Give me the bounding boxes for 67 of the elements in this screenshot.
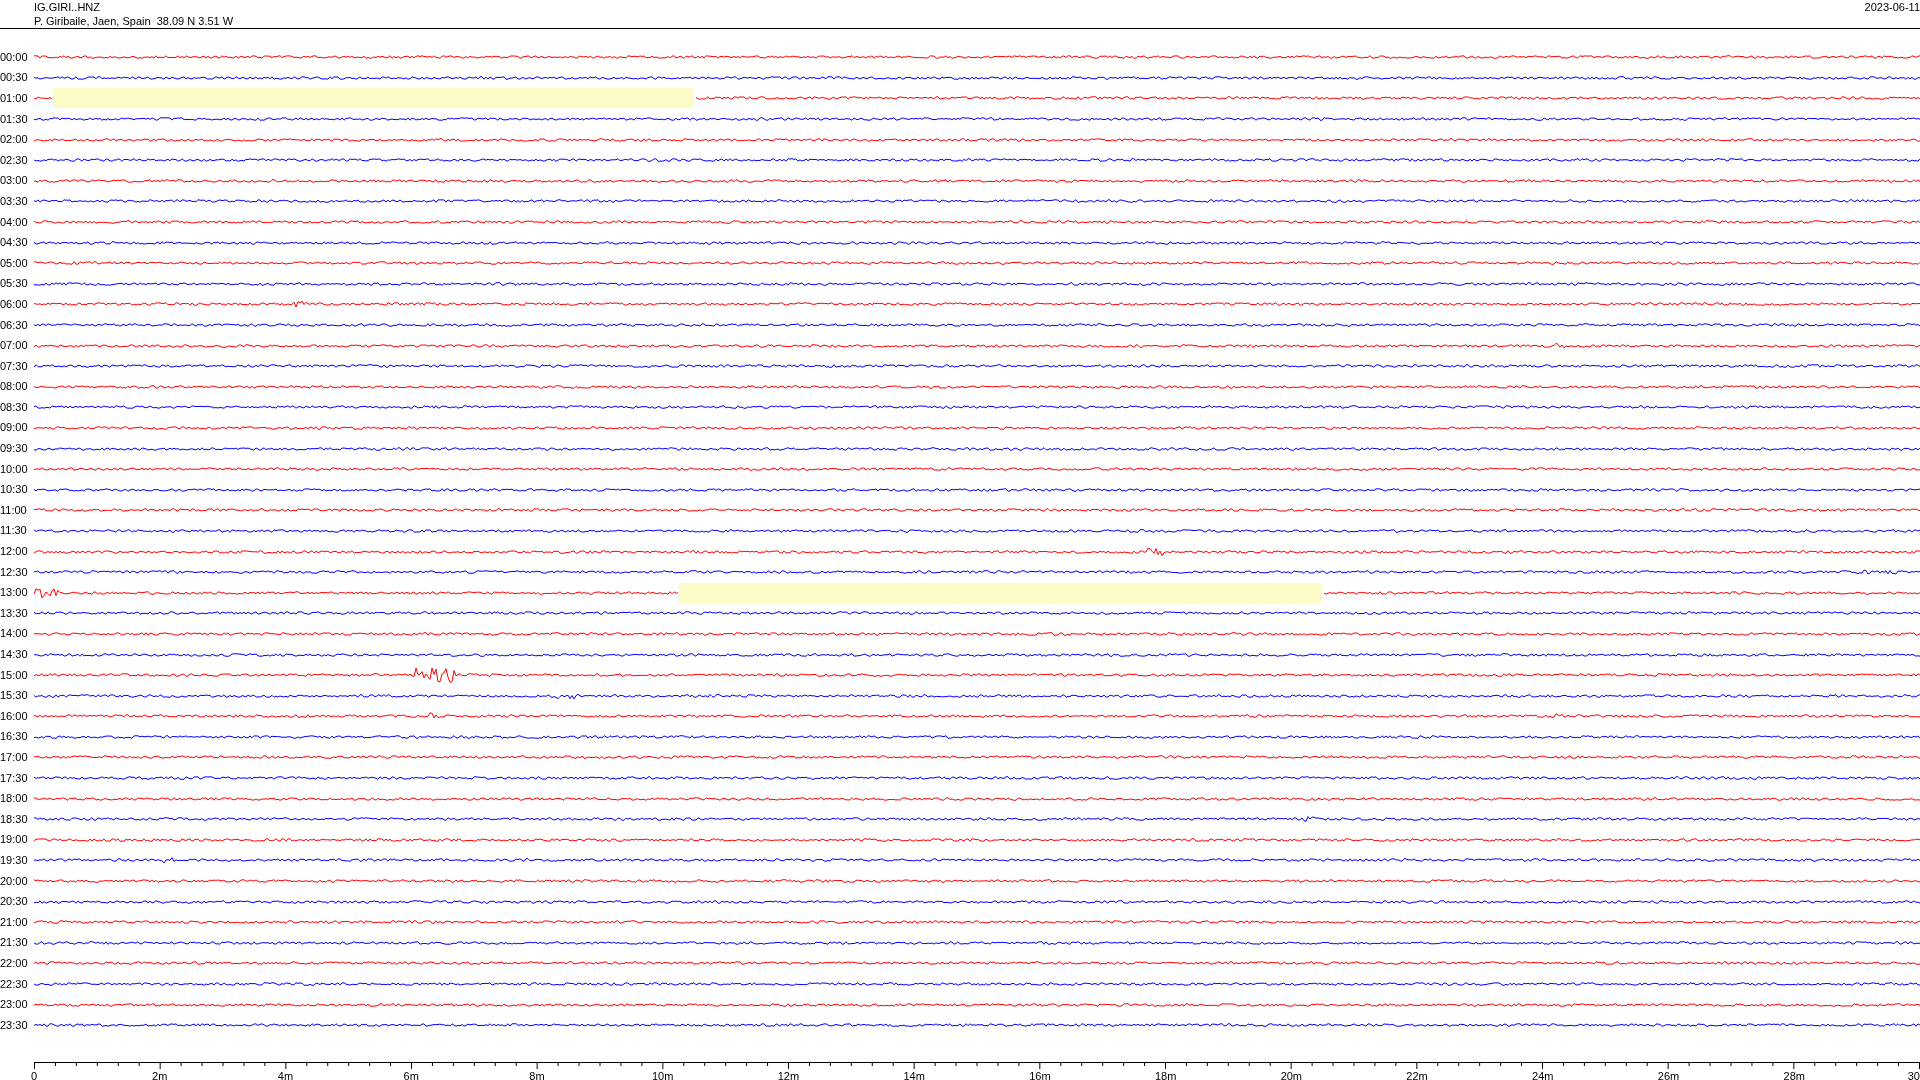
time-label: 07:30 bbox=[0, 359, 29, 373]
axis-tick-label: 4m bbox=[277, 1069, 294, 1080]
axis-tick-label: 16m bbox=[1029, 1069, 1051, 1080]
axis-tick-label: 12m bbox=[777, 1069, 800, 1080]
time-label: 08:00 bbox=[0, 380, 29, 394]
time-label: 14:30 bbox=[0, 648, 29, 661]
time-label: 21:30 bbox=[0, 936, 29, 950]
time-label: 22:00 bbox=[0, 956, 29, 970]
axis-tick-label: 10m bbox=[651, 1069, 674, 1080]
axis-tick-label: 0 bbox=[30, 1069, 38, 1080]
time-label: 19:30 bbox=[0, 853, 29, 867]
axis-tick-label: 8m bbox=[529, 1069, 545, 1080]
axis-tick-label: 20m bbox=[1280, 1069, 1303, 1080]
time-label: 07:00 bbox=[0, 339, 29, 353]
time-label: 19:00 bbox=[0, 833, 29, 847]
time-label: 06:30 bbox=[0, 318, 29, 332]
time-label: 20:30 bbox=[0, 895, 29, 909]
time-label: 23:00 bbox=[0, 998, 29, 1012]
time-label: 04:00 bbox=[0, 215, 29, 229]
station-code: IG.GIRI..HNZ bbox=[34, 0, 101, 14]
time-label: 01:30 bbox=[0, 112, 29, 126]
time-label: 11:00 bbox=[0, 503, 28, 517]
axis-tick-label: 14m bbox=[903, 1069, 925, 1080]
time-label: 10:00 bbox=[0, 462, 29, 476]
time-label: 21:00 bbox=[0, 915, 29, 929]
time-label: 12:30 bbox=[0, 565, 29, 579]
time-label: 16:00 bbox=[0, 709, 29, 723]
time-label: 14:00 bbox=[0, 627, 29, 641]
time-label: 13:30 bbox=[0, 606, 29, 620]
time-label: 17:30 bbox=[0, 771, 29, 785]
time-label: 08:30 bbox=[0, 400, 29, 414]
time-label: 05:30 bbox=[0, 277, 29, 291]
time-label: 09:30 bbox=[0, 442, 29, 456]
time-label: 17:00 bbox=[0, 751, 29, 764]
axis-tick-label: 22m bbox=[1406, 1069, 1428, 1080]
time-label: 02:00 bbox=[0, 133, 29, 147]
axis-tick-label: 18m bbox=[1154, 1069, 1177, 1080]
axis-tick-label: 30 bbox=[1907, 1069, 1920, 1080]
time-label: 23:30 bbox=[0, 1018, 29, 1032]
time-label: 09:00 bbox=[0, 421, 29, 435]
axis-tick-label: 2m bbox=[152, 1069, 168, 1080]
time-label: 16:30 bbox=[0, 730, 29, 744]
time-label: 05:00 bbox=[0, 256, 29, 270]
axis-tick-label: 6m bbox=[403, 1069, 419, 1080]
time-label: 20:00 bbox=[0, 874, 29, 888]
time-label: 03:30 bbox=[0, 194, 29, 208]
time-label: 03:00 bbox=[0, 174, 29, 188]
time-label: 12:00 bbox=[0, 545, 29, 559]
time-label: 06:00 bbox=[0, 297, 29, 311]
time-label: 22:30 bbox=[0, 977, 29, 991]
time-label: 00:00 bbox=[0, 50, 29, 64]
time-label: 13:00 bbox=[0, 586, 29, 600]
time-label: 15:00 bbox=[0, 668, 29, 682]
time-label: 01:00 bbox=[0, 92, 29, 105]
plot-date: 2023-06-11 bbox=[1864, 0, 1920, 15]
station-location: P. Giribaile, Jaen, Spain 38.09 N 3.51 W bbox=[34, 14, 234, 28]
time-label: 18:00 bbox=[0, 792, 29, 806]
time-label: 15:30 bbox=[0, 689, 29, 703]
axis-tick-label: 26m bbox=[1657, 1069, 1680, 1080]
time-label: 02:30 bbox=[0, 153, 29, 167]
time-label: 11:30 bbox=[0, 524, 28, 538]
time-label: 18:30 bbox=[0, 812, 29, 826]
axis-tick-label: 28m bbox=[1783, 1069, 1805, 1080]
time-label: 04:30 bbox=[0, 236, 29, 250]
time-label: 10:30 bbox=[0, 483, 29, 497]
axis-tick-label: 24m bbox=[1532, 1069, 1554, 1080]
time-label: 00:30 bbox=[0, 71, 29, 85]
